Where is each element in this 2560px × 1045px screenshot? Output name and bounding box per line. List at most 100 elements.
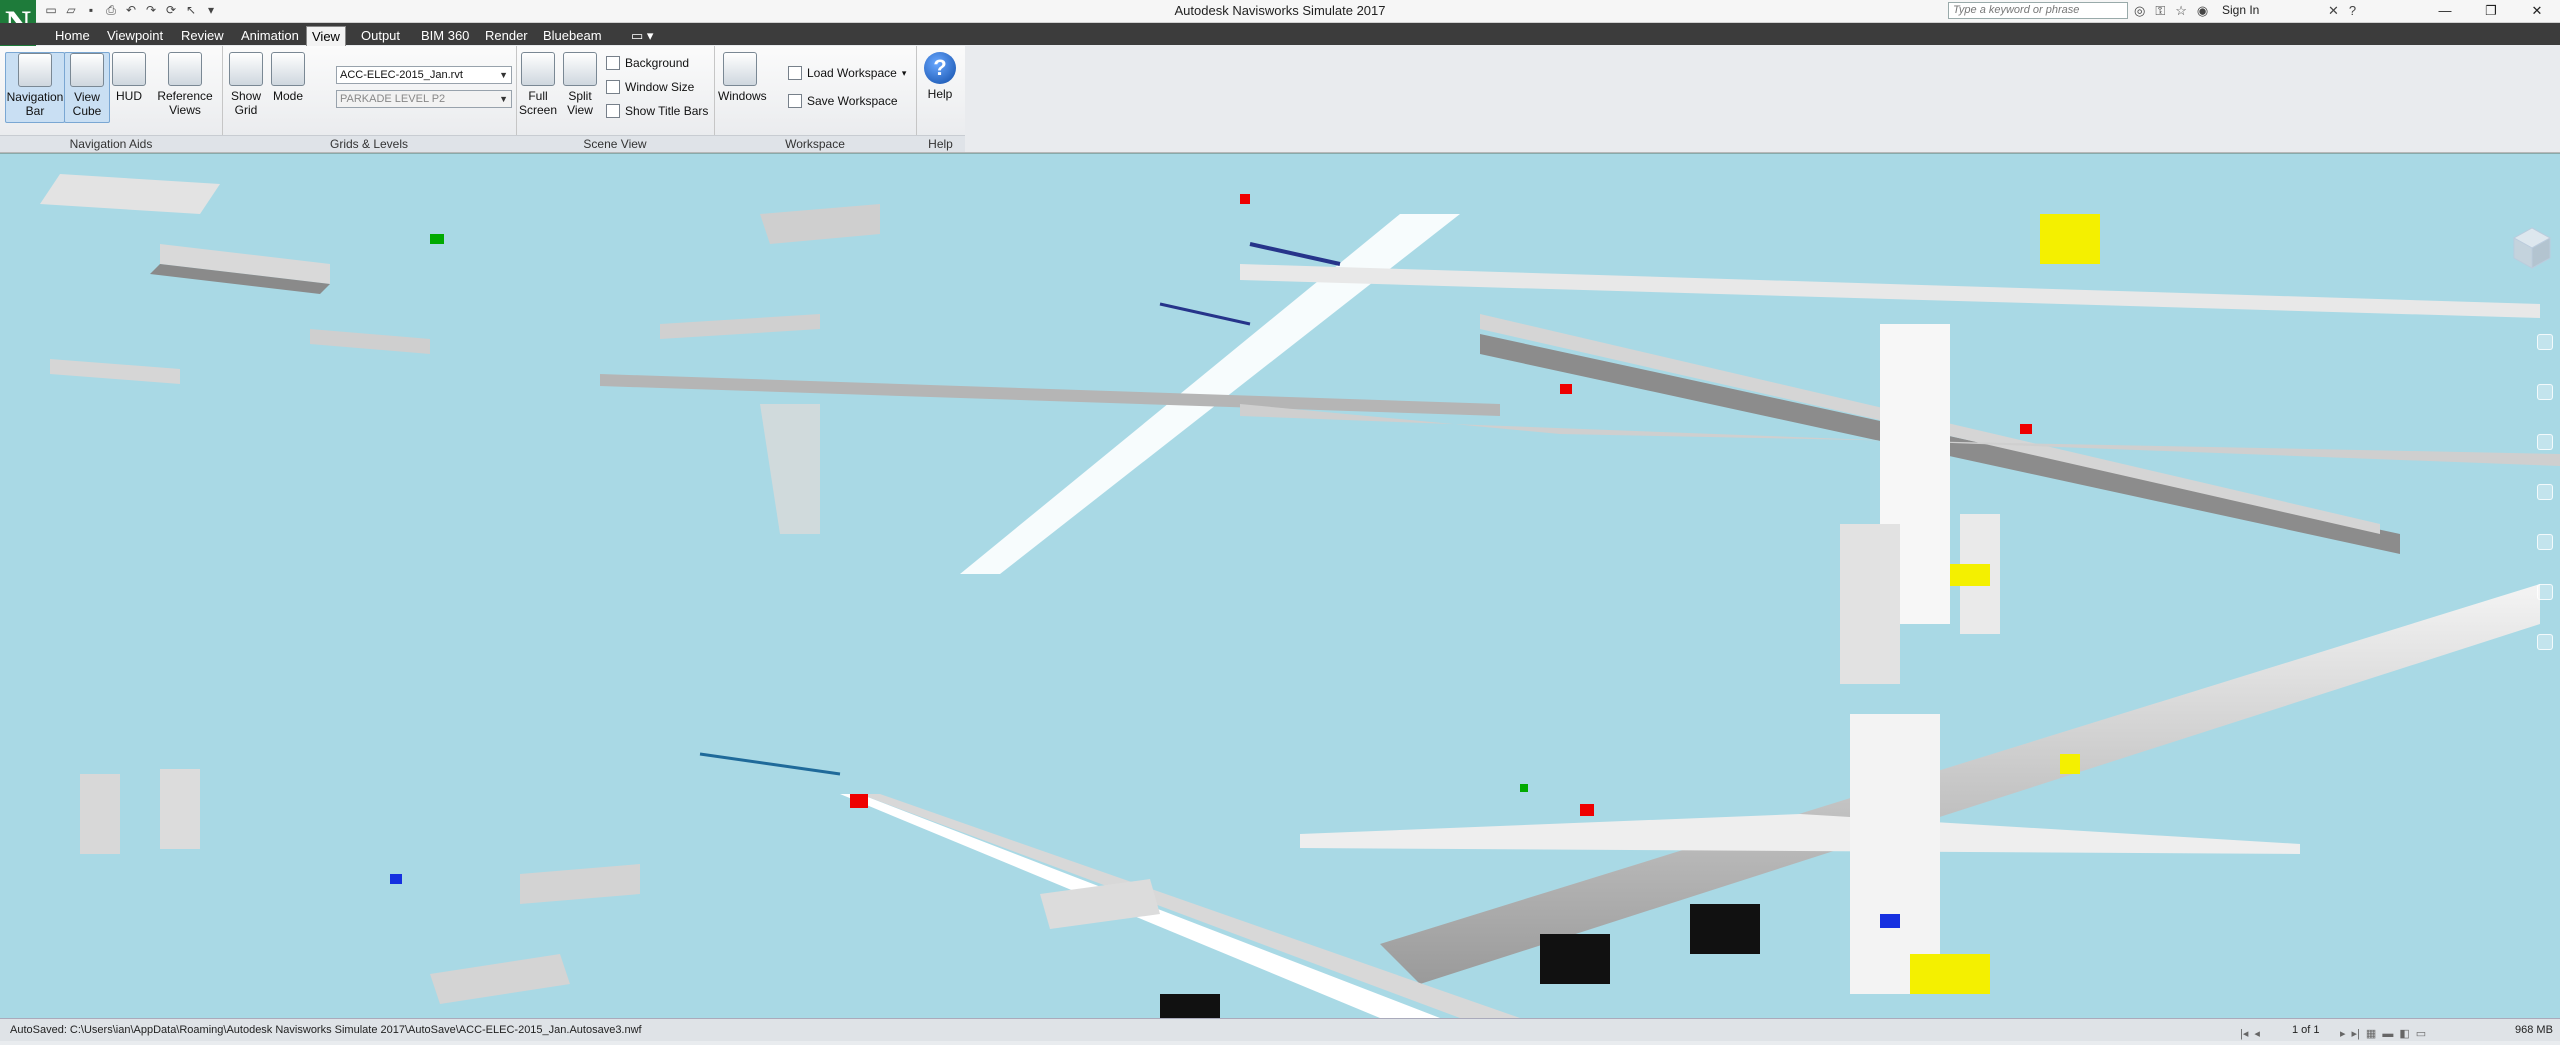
windows-button[interactable]: Windows <box>718 52 767 103</box>
tab-review[interactable]: Review <box>176 26 229 45</box>
background-button[interactable]: Background <box>606 56 689 70</box>
tab-home[interactable]: Home <box>50 26 95 45</box>
ribbon-empty-area <box>965 46 2560 153</box>
panel-label-grids-levels: Grids & Levels <box>222 135 516 152</box>
select-icon[interactable] <box>2537 634 2553 650</box>
panel-scene-view: Full Screen Split View Background Window… <box>516 46 715 152</box>
level-select[interactable]: PARKADE LEVEL P2 ▼ <box>336 90 512 108</box>
split-view-button[interactable]: Split View <box>560 52 600 117</box>
tab-bim360[interactable]: BIM 360 <box>416 26 474 45</box>
panel-label-help: Help <box>916 135 965 152</box>
panel-label-scene-view: Scene View <box>516 135 714 152</box>
refresh-icon[interactable]: ⟳ <box>164 3 178 17</box>
tab-output[interactable]: Output <box>356 26 405 45</box>
pan-icon[interactable] <box>2537 384 2553 400</box>
close-icon[interactable]: ✕ <box>2514 0 2560 22</box>
help-button[interactable]: ? Help <box>920 52 960 101</box>
mode-icon <box>271 52 305 86</box>
mode-button[interactable]: Mode <box>268 52 308 103</box>
panel-navigation-aids: Navigation Bar View Cube HUD Reference V… <box>0 46 223 152</box>
split-view-label: Split View <box>567 89 593 117</box>
load-workspace-label: Load Workspace <box>807 66 897 80</box>
user-icon[interactable]: ◉ <box>2197 3 2208 19</box>
show-grid-button[interactable]: Show Grid <box>224 52 268 117</box>
performance-icon[interactable]: ▬ <box>2382 1023 2393 1045</box>
disk-icon[interactable]: ◧ <box>2399 1023 2409 1045</box>
load-workspace-icon <box>788 66 802 80</box>
load-workspace-button[interactable]: Load Workspace ▾ <box>788 66 906 80</box>
scene-viewport[interactable] <box>0 153 2560 1018</box>
windows-label: Windows <box>718 89 767 103</box>
sign-in-button[interactable]: Sign In <box>2222 3 2259 17</box>
select-icon[interactable]: ↖ <box>184 3 198 17</box>
next-page-icon[interactable]: ▸ <box>2340 1023 2346 1045</box>
tab-bluebeam[interactable]: Bluebeam <box>538 26 607 45</box>
new-file-icon[interactable]: ▭ <box>44 3 58 17</box>
window-controls: — ❐ ✕ <box>2422 0 2560 22</box>
tab-viewpoint[interactable]: Viewpoint <box>102 26 168 45</box>
tab-view[interactable]: View <box>306 26 346 46</box>
search-input[interactable]: Type a keyword or phrase <box>1948 2 2128 19</box>
orbit-icon[interactable] <box>2537 484 2553 500</box>
star-icon[interactable]: ☆ <box>2175 3 2187 19</box>
look-icon[interactable] <box>2537 534 2553 550</box>
help-icon[interactable]: ? <box>2349 3 2356 19</box>
background-label: Background <box>625 56 690 70</box>
exchange-icon[interactable]: ✕ <box>2328 3 2339 19</box>
hud-button[interactable]: HUD <box>112 52 146 103</box>
title-bar: ▭ ▱ ▪ ⎙ ↶ ↷ ⟳ ↖ ▾ Autodesk Navisworks Si… <box>0 0 2560 23</box>
view-cube-button[interactable]: View Cube <box>64 52 110 123</box>
walk-icon[interactable] <box>2537 584 2553 600</box>
ribbon: Navigation Bar View Cube HUD Reference V… <box>0 46 966 153</box>
navigation-bar-label: Navigation Bar <box>6 90 64 118</box>
zoom-icon[interactable] <box>2537 434 2553 450</box>
title-tools: ◎ ⚿ ☆ ◉ <box>2134 3 2208 19</box>
print-icon[interactable]: ⎙ <box>104 3 118 17</box>
window-size-label: Window Size <box>625 80 695 94</box>
key-icon[interactable]: ⚿ <box>2155 3 2165 19</box>
memory-usage: 968 MB <box>2515 1024 2553 1036</box>
navigation-bar-button[interactable]: Navigation Bar <box>5 52 65 123</box>
last-page-icon[interactable]: ▸| <box>2352 1023 2360 1045</box>
tab-animation[interactable]: Animation <box>236 26 304 45</box>
first-page-icon[interactable]: |◂ <box>2240 1023 2248 1045</box>
full-screen-button[interactable]: Full Screen <box>518 52 558 117</box>
model-file-select[interactable]: ACC-ELEC-2015_Jan.rvt ▼ <box>336 66 512 84</box>
navigation-bar-icon <box>18 53 52 87</box>
undo-icon[interactable]: ↶ <box>124 3 138 17</box>
save-workspace-button[interactable]: Save Workspace <box>788 94 898 108</box>
window-size-button[interactable]: Window Size <box>606 80 694 94</box>
sheet-browser-icon[interactable]: ▦ <box>2366 1023 2376 1045</box>
web-server-icon[interactable]: ▭ <box>2416 1023 2426 1045</box>
redo-icon[interactable]: ↷ <box>144 3 158 17</box>
panel-help: ? Help Help <box>916 46 966 152</box>
split-view-icon <box>563 52 597 86</box>
title-bars-icon <box>606 104 620 118</box>
ribbon-options-icon[interactable]: ▭ ▾ <box>626 26 658 45</box>
reference-views-button[interactable]: Reference Views <box>154 52 216 117</box>
chevron-down-icon[interactable]: ▾ <box>204 3 218 17</box>
level-value: PARKADE LEVEL P2 <box>340 93 446 105</box>
mode-label: Mode <box>272 89 304 103</box>
autosave-status: AutoSaved: C:\Users\ian\AppData\Roaming\… <box>10 1024 642 1036</box>
previous-page-icon[interactable]: ◂ <box>2254 1023 2260 1045</box>
minimize-icon[interactable]: — <box>2422 0 2468 22</box>
title-extra-tools: ✕ ? <box>2328 3 2356 19</box>
panel-workspace: Windows Load Workspace ▾ Save Workspace … <box>714 46 917 152</box>
status-bar: AutoSaved: C:\Users\ian\AppData\Roaming\… <box>0 1018 2560 1041</box>
steering-wheel-icon[interactable] <box>2537 334 2553 350</box>
view-cube[interactable] <box>2508 214 2556 274</box>
full-screen-icon <box>521 52 555 86</box>
help-icon: ? <box>924 52 956 84</box>
tab-render[interactable]: Render <box>480 26 533 45</box>
binoculars-icon[interactable]: ◎ <box>2134 3 2145 19</box>
hud-label: HUD <box>116 89 142 103</box>
open-file-icon[interactable]: ▱ <box>64 3 78 17</box>
sheet-navigation: |◂ ◂ <box>2240 1023 2260 1045</box>
grid-icon <box>229 52 263 86</box>
save-icon[interactable]: ▪ <box>84 3 98 17</box>
restore-icon[interactable]: ❐ <box>2468 0 2514 22</box>
panel-grids-levels: Show Grid Mode ACC-ELEC-2015_Jan.rvt ▼ P… <box>222 46 517 152</box>
show-title-bars-button[interactable]: Show Title Bars <box>606 104 708 118</box>
chevron-down-icon: ▼ <box>499 94 508 104</box>
